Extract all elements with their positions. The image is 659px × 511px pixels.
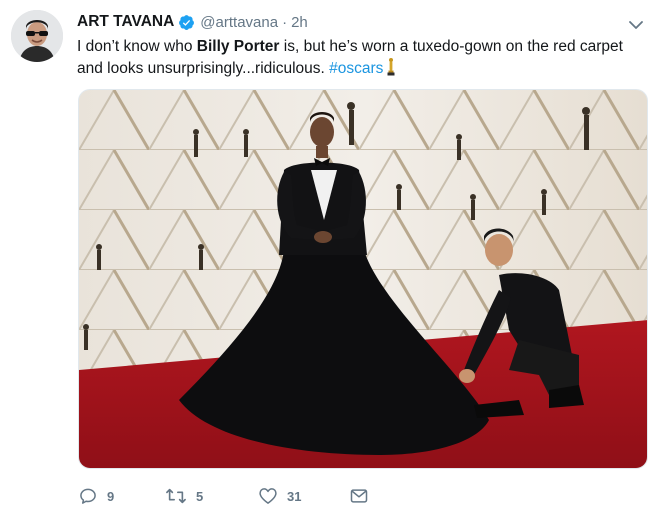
heart-icon xyxy=(258,486,278,506)
red-carpet-photo xyxy=(79,90,647,468)
display-name[interactable]: ART TAVANA xyxy=(77,13,174,31)
reply-icon xyxy=(78,486,98,506)
retweet-count: 5 xyxy=(196,488,204,504)
tweet-header: ART TAVANA @arttavana · 2h xyxy=(77,12,308,32)
avatar[interactable] xyxy=(11,10,63,62)
tweet-text: I don’t know who Billy Porter is, but he… xyxy=(77,36,647,79)
hashtag-link[interactable]: #oscars xyxy=(329,60,383,77)
like-count: 31 xyxy=(287,488,302,504)
timestamp[interactable]: 2h xyxy=(291,14,308,31)
tweet-text-bold: Billy Porter xyxy=(196,38,280,55)
oscar-trophy-icon xyxy=(386,57,396,77)
tweet-text-part1: I don’t know who xyxy=(77,38,197,55)
separator-dot: · xyxy=(282,13,288,31)
retweet-icon xyxy=(165,486,187,506)
avatar-image xyxy=(11,10,63,62)
retweet-button[interactable]: 5 xyxy=(165,484,203,508)
direct-message-button[interactable] xyxy=(349,484,369,508)
user-handle[interactable]: @arttavana xyxy=(200,14,278,31)
like-button[interactable]: 31 xyxy=(258,484,301,508)
tweet-actions: 9 5 31 xyxy=(78,484,498,508)
reply-button[interactable]: 9 xyxy=(78,484,114,508)
tweet[interactable]: ART TAVANA @arttavana · 2h I don’t know … xyxy=(0,0,659,511)
verified-badge-icon xyxy=(178,14,195,31)
tweet-photo[interactable] xyxy=(78,89,648,469)
reply-count: 9 xyxy=(107,488,115,504)
envelope-icon xyxy=(349,486,369,506)
chevron-down-icon[interactable] xyxy=(627,16,645,34)
